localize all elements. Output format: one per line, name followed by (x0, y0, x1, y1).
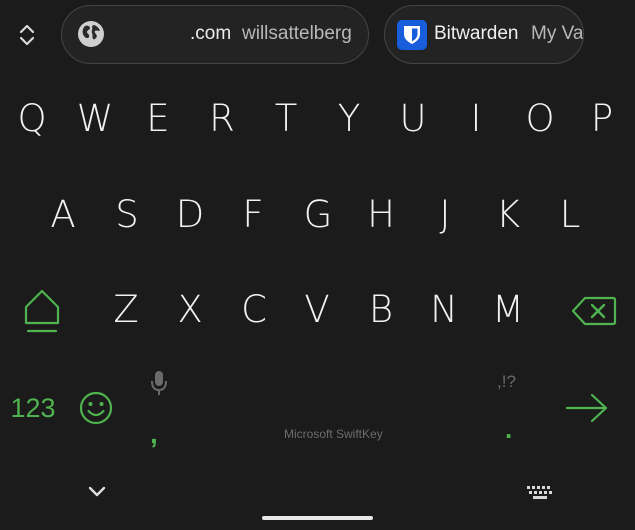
key-z[interactable]: Z (98, 269, 154, 349)
key-f[interactable]: F (225, 174, 281, 254)
emoji-key[interactable] (76, 388, 116, 428)
key-c[interactable]: C (226, 269, 282, 349)
period-key[interactable]: . (505, 414, 512, 445)
key-y[interactable]: Y (321, 78, 377, 158)
key-x[interactable]: X (162, 269, 218, 349)
key-u[interactable]: U (385, 78, 441, 158)
backspace-key[interactable] (568, 286, 620, 336)
key-p[interactable]: P (574, 78, 630, 158)
bitwarden-shield-icon (397, 20, 427, 50)
shift-icon (24, 289, 60, 333)
key-m[interactable]: M (480, 269, 536, 349)
key-q[interactable]: Q (4, 78, 60, 158)
key-e[interactable]: E (130, 78, 186, 158)
key-l[interactable]: L (542, 174, 598, 254)
arrow-right-icon (565, 393, 608, 423)
backspace-icon (571, 296, 617, 326)
numbers-key[interactable]: 123 (4, 386, 62, 430)
suggestion-domain: .com (190, 23, 232, 44)
punctuation-hint: ,!? (497, 372, 516, 391)
home-indicator[interactable] (262, 516, 373, 520)
autofill-suggestion-url[interactable]: .com willsattelberg (61, 5, 369, 64)
bitwarden-name: Bitwarden (434, 23, 519, 44)
key-d[interactable]: D (162, 174, 218, 254)
spacebar-brand-label[interactable]: Microsoft SwiftKey (284, 427, 383, 441)
autofill-suggestion-bitwarden[interactable]: Bitwarden My Va (384, 5, 584, 64)
shift-key[interactable] (14, 281, 70, 341)
key-a[interactable]: A (35, 174, 91, 254)
expand-toolbar-button[interactable] (8, 18, 46, 52)
key-i[interactable]: I (448, 78, 504, 158)
key-t[interactable]: T (258, 78, 314, 158)
key-v[interactable]: V (289, 269, 345, 349)
key-h[interactable]: H (353, 174, 409, 254)
keyboard-icon (527, 486, 552, 499)
chevron-down-icon (88, 486, 106, 497)
key-g[interactable]: G (290, 174, 346, 254)
bitwarden-vault-label: My Va (531, 23, 584, 44)
comma-key[interactable]: , (150, 418, 158, 450)
keyboard: .com willsattelberg Bitwarden My Va Q W … (0, 0, 635, 530)
key-s[interactable]: S (99, 174, 155, 254)
key-b[interactable]: B (353, 269, 409, 349)
key-j[interactable]: J (417, 174, 473, 254)
key-o[interactable]: O (512, 78, 568, 158)
microphone-icon (151, 371, 167, 395)
chevron-up-down-icon (19, 24, 35, 46)
hide-keyboard-button[interactable] (84, 481, 110, 503)
key-w[interactable]: W (67, 78, 123, 158)
key-n[interactable]: N (416, 269, 472, 349)
keyboard-switch-button[interactable] (524, 482, 556, 504)
suggestion-username: willsattelberg (242, 23, 352, 44)
key-r[interactable]: R (194, 78, 250, 158)
mic-key[interactable] (145, 368, 173, 398)
globe-icon (78, 21, 104, 47)
enter-key[interactable] (563, 388, 611, 428)
smiley-icon (79, 391, 113, 425)
key-k[interactable]: K (480, 174, 536, 254)
